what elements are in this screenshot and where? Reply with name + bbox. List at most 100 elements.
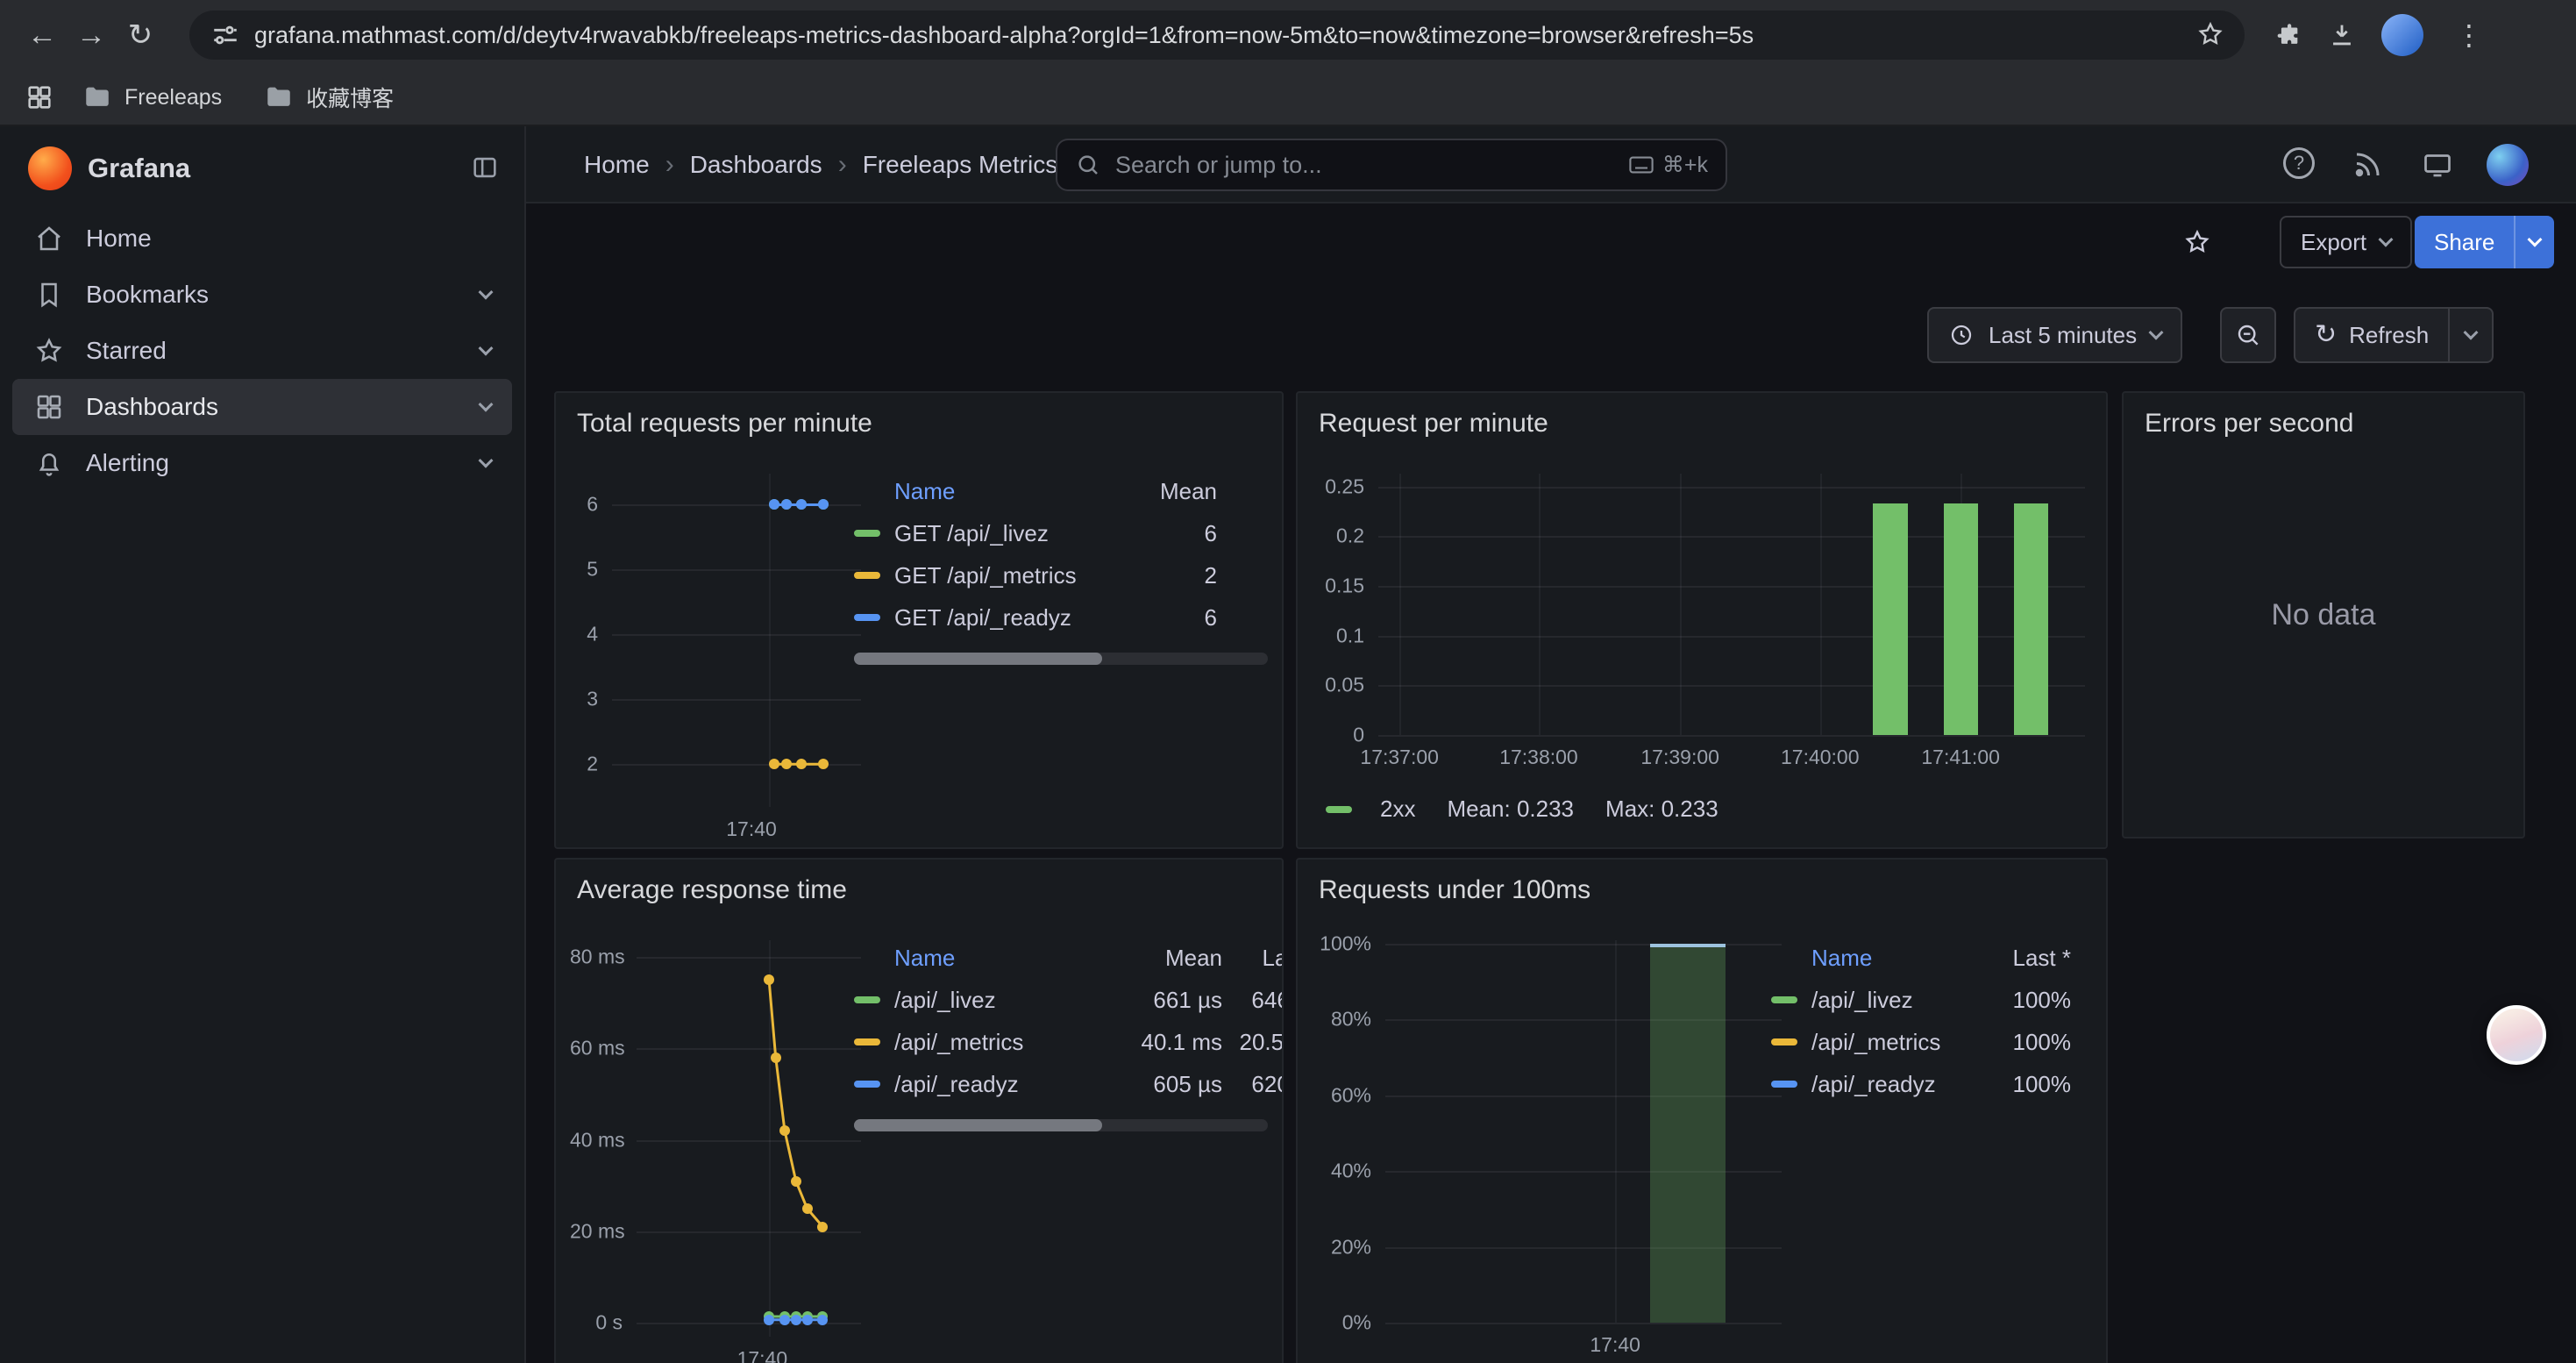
apps-grid-icon[interactable] [25, 82, 54, 112]
legend-series-name: /api/_readyz [1811, 1071, 1973, 1098]
chevron-down-icon[interactable] [479, 453, 494, 468]
panel-title[interactable]: Request per minute [1298, 393, 2106, 439]
news-rss-icon[interactable] [2352, 149, 2383, 181]
y-axis-tick-label: 60% [1315, 1083, 1371, 1107]
legend-col-name[interactable]: Name [894, 945, 1121, 972]
chevron-down-icon[interactable] [479, 397, 494, 412]
profile-avatar[interactable] [2381, 14, 2423, 56]
legend-col-mean[interactable]: Mean [1121, 945, 1222, 972]
grafana-logo[interactable] [28, 146, 72, 190]
y-axis-tick-label: 0.15 [1315, 574, 1364, 598]
help-icon[interactable]: ? [2283, 147, 2315, 179]
legend-col-last[interactable]: Last * [1973, 945, 2071, 972]
home-icon [33, 223, 65, 254]
x-axis-tick-label: 17:40 [726, 817, 777, 841]
data-point [796, 499, 807, 510]
chevron-down-icon[interactable] [479, 341, 494, 356]
y-axis-tick-label: 4 [570, 623, 598, 646]
refresh-label: Refresh [2349, 322, 2429, 349]
user-avatar[interactable] [2487, 144, 2529, 186]
legend-row[interactable]: /api/_livez 661 µs 646 µs [854, 979, 1284, 1021]
refresh-interval-chevron[interactable] [2448, 309, 2492, 361]
panel-title[interactable]: Average response time [556, 860, 1282, 905]
series-color-key [1771, 1081, 1797, 1088]
time-range-picker[interactable]: Last 5 minutes [1927, 307, 2182, 363]
collapse-sidebar-icon[interactable] [470, 153, 500, 182]
y-axis-tick-label: 100% [1315, 931, 1371, 955]
y-axis-tick-label: 3 [570, 688, 598, 711]
sidebar-item-alerting[interactable]: Alerting [12, 435, 512, 491]
zoom-out-time-button[interactable] [2220, 307, 2276, 363]
share-label[interactable]: Share [2415, 216, 2514, 268]
tv-kiosk-icon[interactable] [2422, 149, 2453, 181]
forward-icon[interactable]: → [67, 11, 116, 60]
extensions-icon[interactable] [2273, 20, 2302, 50]
bookmark-folder-freeleaps[interactable]: Freeleaps [68, 77, 236, 118]
bookmark-folder-blogs[interactable]: 收藏博客 [250, 76, 408, 118]
refresh-button[interactable]: ↻ Refresh [2294, 307, 2494, 363]
legend-row[interactable]: 2xx [1326, 796, 1415, 823]
legend-col-mean[interactable]: Mean [1136, 478, 1217, 505]
assistant-avatar-widget[interactable] [2487, 1005, 2546, 1065]
star-icon [33, 335, 65, 367]
bell-icon [33, 447, 65, 479]
y-axis-tick-label: 60 ms [570, 1037, 623, 1060]
data-point [818, 499, 829, 510]
legend-row[interactable]: /api/_readyz 605 µs 620 µs [854, 1063, 1284, 1105]
refresh-main[interactable]: ↻ Refresh [2295, 309, 2448, 361]
panel-title[interactable]: Requests under 100ms [1298, 860, 2106, 905]
search-input[interactable] [1115, 152, 1615, 179]
breadcrumb-home[interactable]: Home [584, 151, 650, 179]
panel-title[interactable]: Total requests per minute [556, 393, 1282, 439]
favorite-dashboard-star-icon[interactable] [2173, 218, 2222, 267]
legend-series-name: /api/_metrics [1811, 1029, 1973, 1056]
legend-row[interactable]: GET /api/_metrics 2 [854, 554, 1217, 596]
legend-col-name[interactable]: Name [894, 478, 1136, 505]
legend-row[interactable]: GET /api/_readyz 6 [854, 596, 1217, 639]
legend-last-value: 100% [1973, 1029, 2071, 1056]
bar [1650, 944, 1726, 1323]
share-button[interactable]: Share [2415, 216, 2554, 268]
back-icon[interactable]: ← [18, 11, 67, 60]
legend-horizontal-scrollbar[interactable] [854, 653, 1268, 665]
sidebar-item-label: Home [86, 225, 152, 253]
sidebar-item-label: Bookmarks [86, 281, 209, 309]
series-line [612, 474, 861, 807]
x-axis-tick-label: 17:40 [737, 1347, 788, 1363]
y-axis-tick-label: 2 [570, 753, 598, 776]
sidebar-item-starred[interactable]: Starred [12, 323, 512, 379]
legend-series-name: /api/_readyz [894, 1071, 1121, 1098]
breadcrumb-dashboards[interactable]: Dashboards [690, 151, 822, 179]
legend-col-name[interactable]: Name [1811, 945, 1973, 972]
data-point [779, 1125, 790, 1136]
sidebar-item-home[interactable]: Home [12, 211, 512, 267]
series-color-key [1326, 806, 1352, 813]
bookmark-star-icon[interactable] [2195, 19, 2225, 49]
sidebar-item-dashboards[interactable]: Dashboards [12, 379, 512, 435]
downloads-icon[interactable] [2327, 20, 2357, 50]
legend-row[interactable]: /api/_metrics 40.1 ms 20.5 ms [854, 1021, 1284, 1063]
reload-icon[interactable]: ↻ [116, 11, 165, 60]
legend-col-last[interactable]: Last * [1222, 945, 1284, 972]
legend-mean-stat: Mean: 0.233 [1447, 796, 1574, 823]
x-axis-tick-label: 17:40:00 [1781, 746, 1860, 769]
share-menu-chevron[interactable] [2514, 216, 2554, 268]
legend-horizontal-scrollbar[interactable] [854, 1119, 1268, 1131]
url-bar[interactable]: grafana.mathmast.com/d/deytv4rwavabkb/fr… [189, 11, 2245, 60]
chevron-down-icon[interactable] [479, 285, 494, 300]
export-button[interactable]: Export [2280, 216, 2412, 268]
sidebar-item-bookmarks[interactable]: Bookmarks [12, 267, 512, 323]
browser-menu-icon[interactable]: ⋮ [2448, 21, 2490, 49]
legend-header-row: Name Mean [854, 470, 1217, 512]
legend-row[interactable]: /api/_metrics 100% [1771, 1021, 2071, 1063]
data-point [791, 1176, 801, 1187]
search-bar[interactable]: ⌘+k [1056, 139, 1727, 191]
grafana-sidebar: Grafana Home Bookmarks [0, 126, 526, 1363]
grafana-header: Home › Dashboards › Freeleaps Metrics Da… [526, 126, 2576, 203]
legend-row[interactable]: /api/_livez 100% [1771, 979, 2071, 1021]
legend-row[interactable]: /api/_readyz 100% [1771, 1063, 2071, 1105]
time-range-label: Last 5 minutes [1989, 322, 2137, 349]
legend-row[interactable]: GET /api/_livez 6 [854, 512, 1217, 554]
gridline [1399, 474, 1401, 735]
site-info-icon[interactable] [210, 20, 240, 50]
